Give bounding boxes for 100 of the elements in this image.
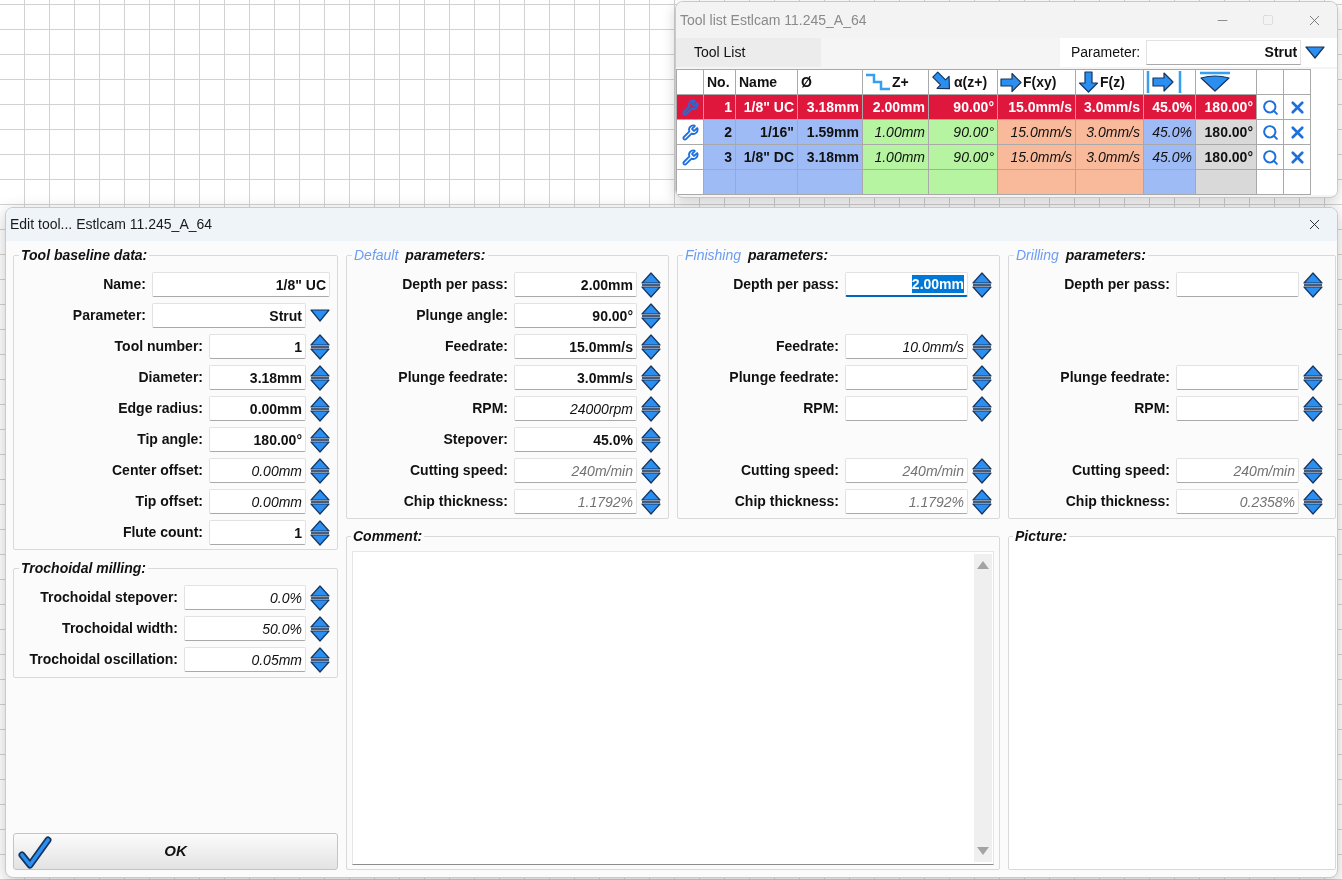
dropdown-field[interactable]: Strut — [152, 303, 306, 328]
field-label: Cutting speed: — [741, 461, 839, 480]
spinner-icon[interactable] — [1303, 364, 1323, 391]
group-title: Picture: — [1015, 528, 1068, 544]
number-field[interactable]: 0.00mm — [209, 489, 306, 514]
field-label: Trochoidal stepover: — [40, 588, 178, 607]
number-field[interactable]: 180.00° — [209, 427, 306, 452]
spinner-icon[interactable] — [1303, 457, 1323, 484]
spinner-icon[interactable] — [310, 615, 330, 642]
group-title: parameters: — [748, 247, 829, 263]
spinner-icon[interactable] — [641, 333, 661, 360]
number-field[interactable]: 0.00mm — [209, 458, 306, 483]
table-cell: 45.0% — [1143, 94, 1196, 120]
wrench-icon[interactable] — [681, 123, 699, 141]
spinner-icon[interactable] — [972, 364, 992, 391]
spinner-icon[interactable] — [972, 457, 992, 484]
table-cell: 3.18mm — [797, 94, 863, 120]
spinner-icon[interactable] — [1303, 271, 1323, 298]
spinner-icon[interactable] — [1303, 488, 1323, 515]
group-title: parameters: — [405, 247, 486, 263]
number-field[interactable]: 24000rpm — [514, 396, 637, 421]
field-label: Center offset: — [112, 461, 203, 480]
field-label: Parameter: — [1071, 43, 1141, 62]
column-header[interactable]: No. — [703, 69, 736, 95]
spinner-icon[interactable] — [310, 364, 330, 391]
field-label: RPM: — [1134, 399, 1170, 418]
spinner-icon[interactable] — [310, 584, 330, 611]
number-field[interactable] — [1176, 396, 1299, 421]
spinner-icon[interactable] — [310, 646, 330, 673]
number-field[interactable]: 1 — [209, 334, 306, 359]
spinner-icon[interactable] — [310, 519, 330, 546]
number-field[interactable]: 3.0mm/s — [514, 365, 637, 390]
table-cell: 15.0mm/s — [997, 144, 1076, 170]
search-icon[interactable] — [1261, 98, 1279, 116]
window-title: Tool list Estlcam 11.245_A_64 — [680, 10, 867, 30]
column-header[interactable]: Ø — [797, 69, 863, 95]
field-label: Plunge feedrate: — [729, 368, 839, 387]
spinner-icon[interactable] — [641, 271, 661, 298]
window-title: Edit tool... Estlcam 11.245_A_64 — [10, 215, 213, 234]
dropdown-field[interactable]: Strut — [1146, 40, 1302, 65]
number-field[interactable]: 50.0% — [184, 616, 306, 641]
number-field[interactable]: 3.18mm — [209, 365, 306, 390]
number-field[interactable] — [1176, 365, 1299, 390]
field-label: Depth per pass: — [1064, 275, 1170, 294]
spinner-icon[interactable] — [641, 457, 661, 484]
table-row[interactable]: 2 1/16" 1.59mm 1.00mm 90.00° 15.0mm/s 3.0mm/s 45.0% 180.00° — [676, 119, 1311, 145]
field-label: Plunge angle: — [416, 306, 508, 325]
spinner-icon[interactable] — [641, 302, 661, 329]
group-title: Trochoidal milling: — [21, 560, 146, 576]
spinner-icon[interactable] — [972, 395, 992, 422]
field-label: Trochoidal oscillation: — [29, 650, 178, 669]
spinner-icon[interactable] — [310, 395, 330, 422]
search-icon[interactable] — [1261, 123, 1279, 141]
down-arrow-icon — [1078, 71, 1099, 93]
number-field[interactable]: 10.0mm/s — [845, 334, 968, 359]
field-label: Feedrate: — [444, 337, 508, 356]
spinner-icon[interactable] — [310, 426, 330, 453]
tool-list-tab[interactable]: Tool List — [676, 38, 821, 67]
number-field[interactable]: 15.0mm/s — [514, 334, 637, 359]
spinner-icon[interactable] — [641, 426, 661, 453]
number-field[interactable] — [845, 365, 968, 390]
spinner-icon[interactable] — [972, 488, 992, 515]
number-field[interactable]: 1 — [209, 520, 306, 545]
group-title-accent: Finishing — [685, 247, 742, 263]
spinner-icon[interactable] — [641, 364, 661, 391]
spinner-icon[interactable] — [1303, 395, 1323, 422]
group-title: parameters: — [1065, 247, 1146, 263]
field-label: Edge radius: — [118, 399, 203, 418]
arrow-between-lines-icon — [1146, 71, 1182, 93]
spinner-icon[interactable] — [310, 333, 330, 360]
spinner-icon[interactable] — [310, 457, 330, 484]
group-title-accent: Drilling — [1016, 247, 1059, 263]
group-title: Comment: — [353, 528, 423, 544]
spinner-icon[interactable] — [310, 488, 330, 515]
number-field[interactable]: 0.05mm — [184, 647, 306, 672]
number-field[interactable]: 0.00mm — [209, 396, 306, 421]
spinner-icon[interactable] — [972, 333, 992, 360]
caret-icon[interactable] — [1305, 46, 1326, 59]
number-field[interactable]: 2.00mm — [514, 272, 637, 297]
field-label: Depth per pass: — [402, 275, 508, 294]
column-header[interactable]: Name — [735, 69, 798, 95]
wrench-icon[interactable] — [681, 148, 699, 166]
number-field[interactable] — [1176, 272, 1299, 297]
spinner-icon[interactable] — [972, 271, 992, 298]
field-label: RPM: — [803, 399, 839, 418]
number-field[interactable]: 0.0% — [184, 585, 306, 610]
spinner-icon[interactable] — [641, 488, 661, 515]
number-field[interactable] — [845, 396, 968, 421]
search-icon[interactable] — [1261, 148, 1279, 166]
table-row[interactable]: 1 1/8" UC 3.18mm 2.00mm 90.00° 15.0mm/s 3.0mm/s 45.0% 180.00° — [676, 94, 1311, 120]
text-field[interactable]: 1/8" UC — [152, 272, 330, 297]
caret-icon[interactable] — [310, 309, 330, 322]
spinner-icon[interactable] — [641, 395, 661, 422]
table-row[interactable]: 3 1/8" DC 3.18mm 1.00mm 90.00° 15.0mm/s 3.0mm/s 45.0% 180.00° — [676, 144, 1311, 170]
number-field[interactable]: 90.00° — [514, 303, 637, 328]
number-field[interactable]: 45.0% — [514, 427, 637, 452]
table-cell: 180.00° — [1195, 94, 1257, 120]
number-field[interactable]: 2.00mm — [845, 272, 968, 297]
checkmark-icon — [18, 834, 52, 869]
ok-button[interactable]: OK — [13, 833, 338, 870]
